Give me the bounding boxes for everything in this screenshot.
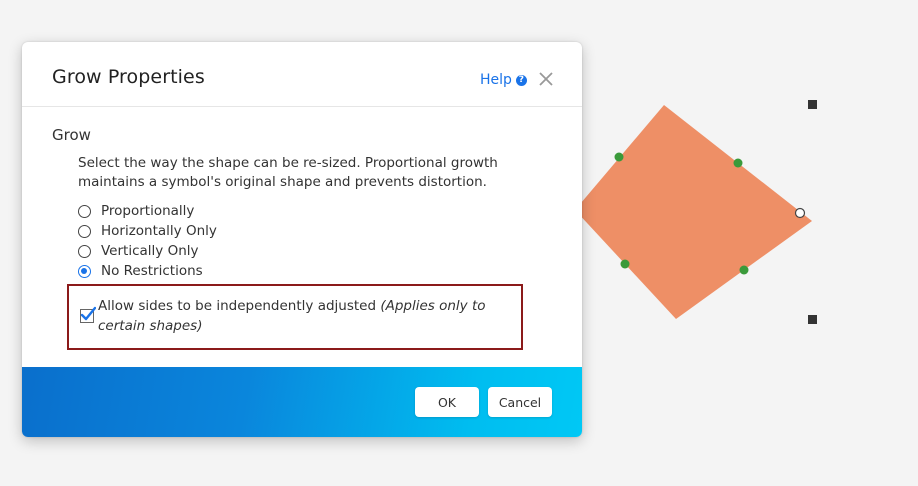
radio-button-selected[interactable]	[78, 264, 91, 278]
help-link[interactable]: Help ?	[480, 72, 527, 88]
grow-description: Select the way the shape can be re-sized…	[78, 155, 498, 190]
independent-sides-label[interactable]: Allow sides to be independently adjusted…	[98, 296, 518, 336]
radio-option-proportionally[interactable]: Proportionally	[78, 201, 217, 221]
resize-handle	[620, 259, 630, 269]
rotate-handle	[794, 207, 806, 219]
ok-button[interactable]: OK	[415, 387, 479, 417]
corner-handle	[808, 315, 817, 324]
question-circle-icon[interactable]: ?	[515, 74, 527, 86]
radio-label[interactable]: Horizontally Only	[101, 223, 217, 239]
dialog-title: Grow Properties	[52, 66, 205, 88]
radio-option-horizontally-only[interactable]: Horizontally Only	[78, 221, 217, 241]
independent-sides-checkbox[interactable]	[80, 306, 96, 323]
close-icon[interactable]	[537, 70, 555, 88]
checkmark-icon	[80, 306, 96, 321]
radio-option-vertically-only[interactable]: Vertically Only	[78, 241, 217, 261]
dialog-footer: OK Cancel	[22, 367, 582, 437]
checkbox-label-text[interactable]: Allow sides to be independently adjusted	[98, 298, 376, 314]
grow-properties-dialog: Grow Properties Help ? Grow Select the w…	[22, 42, 582, 437]
dialog-header: Grow Properties Help ?	[22, 42, 582, 107]
help-label[interactable]: Help	[480, 72, 512, 88]
radio-button[interactable]	[78, 224, 91, 238]
radio-option-no-restrictions[interactable]: No Restrictions	[78, 261, 217, 281]
radio-label[interactable]: Vertically Only	[101, 243, 199, 259]
resize-handle	[739, 265, 749, 275]
corner-handle	[808, 100, 817, 109]
cancel-button[interactable]: Cancel	[488, 387, 552, 417]
resize-handle	[733, 158, 743, 168]
radio-label[interactable]: Proportionally	[101, 203, 194, 219]
radio-button[interactable]	[78, 204, 91, 218]
radio-button[interactable]	[78, 244, 91, 258]
diamond-shape	[575, 105, 812, 319]
grow-radio-group: Proportionally Horizontally Only Vertica…	[78, 201, 217, 281]
radio-label[interactable]: No Restrictions	[101, 263, 203, 279]
section-title-grow: Grow	[52, 126, 91, 144]
resize-handle	[614, 152, 624, 162]
